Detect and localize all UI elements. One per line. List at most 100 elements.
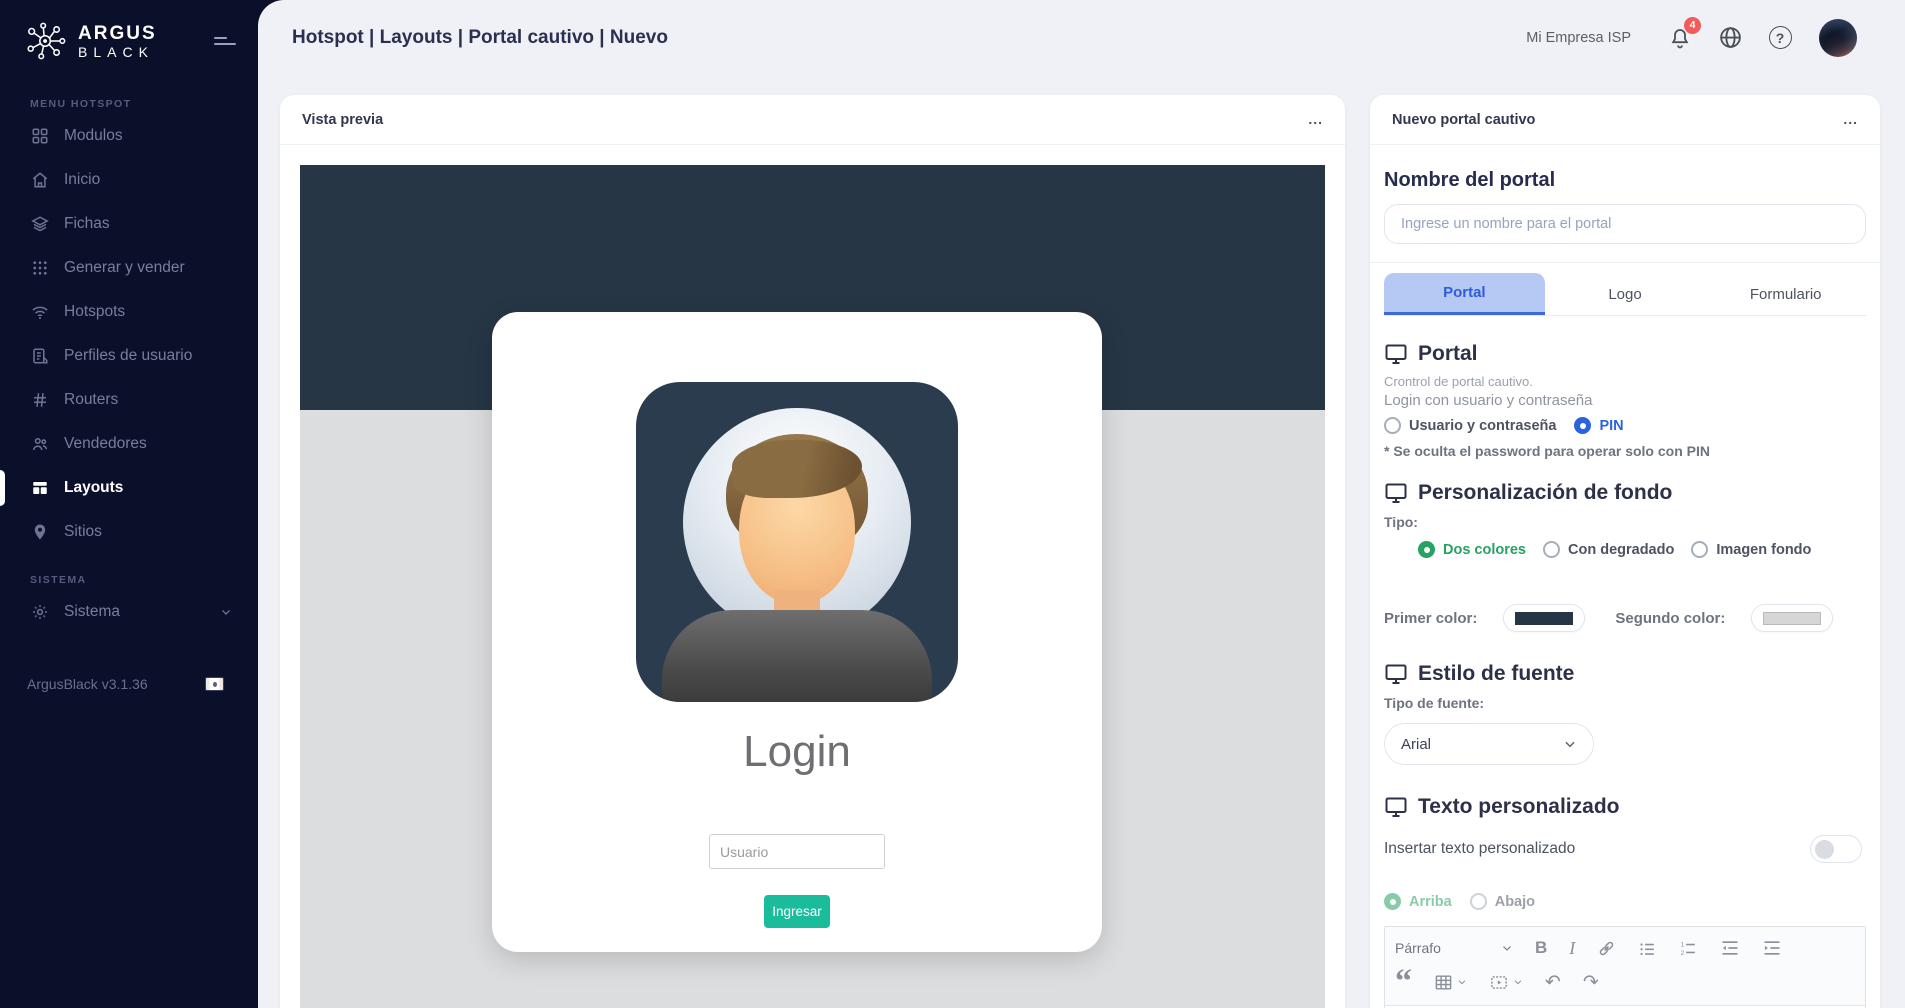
sidebar-item-routers[interactable]: Routers bbox=[0, 378, 258, 422]
breadcrumb[interactable]: Hotspot | Layouts | Portal cautivo | Nue… bbox=[292, 27, 668, 49]
language-flag-icon[interactable] bbox=[205, 677, 224, 691]
grid-icon bbox=[30, 126, 50, 146]
user-avatar[interactable] bbox=[1819, 19, 1857, 57]
sidebar-item-layouts[interactable]: Layouts bbox=[0, 466, 258, 510]
sidebar-item-label: Layouts bbox=[64, 479, 123, 497]
panel-menu-icon[interactable]: ... bbox=[1843, 117, 1858, 123]
redo-icon[interactable]: ↷ bbox=[1583, 971, 1599, 993]
tipo-label: Tipo: bbox=[1384, 514, 1866, 530]
sidebar-item-vendedores[interactable]: Vendedores bbox=[0, 422, 258, 466]
login-heading: Login bbox=[743, 727, 851, 777]
editor-toolbar: Párrafo B I bbox=[1385, 927, 1865, 1006]
indent-icon[interactable] bbox=[1762, 938, 1782, 958]
outdent-icon[interactable] bbox=[1720, 938, 1740, 958]
sidebar-item-perfiles-de-usuario[interactable]: Perfiles de usuario bbox=[0, 334, 258, 378]
preview-card-title: Vista previa bbox=[302, 112, 383, 128]
primer-color-picker[interactable] bbox=[1503, 604, 1585, 632]
argusblack-logo-icon[interactable] bbox=[24, 18, 70, 64]
portal-name-input[interactable] bbox=[1384, 204, 1866, 244]
sidebar-item-sitios[interactable]: Sitios bbox=[0, 510, 258, 554]
radio-arriba-label[interactable]: Arriba bbox=[1409, 894, 1452, 910]
radio-dos-colores[interactable] bbox=[1418, 541, 1435, 558]
monitor-icon bbox=[1384, 795, 1408, 819]
rich-text-editor: Párrafo B I bbox=[1384, 926, 1866, 1008]
sidebar-item-label: Routers bbox=[64, 391, 118, 409]
chevron-down-icon bbox=[1501, 942, 1513, 954]
preview-card-menu-icon[interactable]: ... bbox=[1308, 117, 1323, 123]
radio-usuario-contrasena-label[interactable]: Usuario y contraseña bbox=[1409, 418, 1556, 434]
layers-icon bbox=[30, 214, 50, 234]
radio-abajo[interactable] bbox=[1470, 893, 1487, 910]
company-name: Mi Empresa ISP bbox=[1526, 30, 1631, 46]
gear-icon bbox=[30, 602, 50, 622]
radio-pin-label[interactable]: PIN bbox=[1599, 418, 1623, 434]
monitor-icon bbox=[1384, 342, 1408, 366]
sidebar-item-fichas[interactable]: Fichas bbox=[0, 202, 258, 246]
sidebar-collapse-icon[interactable] bbox=[210, 29, 240, 53]
chevron-down-icon bbox=[220, 606, 232, 618]
help-icon[interactable]: ? bbox=[1767, 25, 1793, 51]
notification-badge: 4 bbox=[1684, 17, 1701, 34]
radio-dos-colores-label[interactable]: Dos colores bbox=[1443, 542, 1526, 558]
sidebar-item-hotspots[interactable]: Hotspots bbox=[0, 290, 258, 334]
radio-imagen-fondo-label[interactable]: Imagen fondo bbox=[1716, 542, 1811, 558]
numbered-list-icon[interactable]: 12 bbox=[1679, 939, 1698, 958]
font-section-title: Estilo de fuente bbox=[1418, 662, 1574, 686]
monitor-icon bbox=[1384, 481, 1408, 505]
notifications-bell-icon[interactable]: 4 bbox=[1667, 25, 1693, 51]
home-icon bbox=[30, 170, 50, 190]
sidebar-item-generar-y-vender[interactable]: Generar y vender bbox=[0, 246, 258, 290]
font-family-select[interactable]: Arial bbox=[1384, 723, 1594, 765]
portal-preview: Login Ingresar bbox=[300, 165, 1325, 1008]
italic-button[interactable]: I bbox=[1569, 938, 1575, 959]
insert-table-icon[interactable] bbox=[1434, 973, 1467, 992]
radio-usuario-contrasena[interactable] bbox=[1384, 417, 1401, 434]
login-submit-button[interactable]: Ingresar bbox=[764, 895, 830, 928]
radio-pin[interactable] bbox=[1574, 417, 1591, 434]
sidebar: ARGUS BLACK MENU HOTSPOT Modulos Inicio bbox=[0, 0, 258, 1008]
sidebar-item-inicio[interactable]: Inicio bbox=[0, 158, 258, 202]
radio-con-degradado-label[interactable]: Con degradado bbox=[1568, 542, 1674, 558]
portal-section-title: Portal bbox=[1418, 342, 1478, 366]
tab-portal[interactable]: Portal bbox=[1384, 273, 1545, 315]
panel-tabs: Portal Logo Formulario bbox=[1384, 273, 1866, 316]
monitor-icon bbox=[1384, 662, 1408, 686]
app-window: ARGUS BLACK MENU HOTSPOT Modulos Inicio bbox=[0, 0, 1905, 1008]
tab-logo[interactable]: Logo bbox=[1545, 273, 1706, 315]
bulleted-list-icon[interactable] bbox=[1638, 939, 1657, 958]
svg-text:1: 1 bbox=[1681, 941, 1685, 948]
pin-note: * Se oculta el password para operar solo… bbox=[1384, 443, 1866, 459]
segundo-color-label: Segundo color: bbox=[1615, 610, 1725, 627]
radio-imagen-fondo[interactable] bbox=[1691, 541, 1708, 558]
main-content: Hotspot | Layouts | Portal cautivo | Nue… bbox=[258, 0, 1905, 1008]
user-profile-icon bbox=[30, 346, 50, 366]
undo-icon[interactable]: ↶ bbox=[1545, 971, 1561, 993]
chevron-down-icon bbox=[1513, 977, 1523, 987]
sidebar-item-label: Fichas bbox=[64, 215, 110, 233]
sidebar-section-sistema: SISTEMA bbox=[0, 554, 258, 590]
globe-icon[interactable] bbox=[1717, 25, 1743, 51]
login-username-input[interactable] bbox=[709, 834, 885, 869]
tab-formulario[interactable]: Formulario bbox=[1705, 273, 1866, 315]
font-type-label: Tipo de fuente: bbox=[1384, 695, 1866, 711]
sidebar-item-modulos[interactable]: Modulos bbox=[0, 114, 258, 158]
chevron-down-icon bbox=[1563, 737, 1577, 751]
app-version: ArgusBlack v3.1.36 bbox=[27, 676, 148, 692]
radio-abajo-label[interactable]: Abajo bbox=[1495, 894, 1535, 910]
insert-media-icon[interactable] bbox=[1489, 973, 1523, 992]
map-pin-icon bbox=[30, 522, 50, 542]
background-section-title: Personalización de fondo bbox=[1418, 481, 1672, 505]
custom-text-toggle[interactable] bbox=[1810, 835, 1862, 863]
link-icon[interactable] bbox=[1597, 939, 1616, 958]
sidebar-section-hotspot: MENU HOTSPOT bbox=[0, 78, 258, 114]
blockquote-icon[interactable]: “ bbox=[1395, 974, 1412, 990]
segundo-color-picker[interactable] bbox=[1751, 604, 1833, 632]
sidebar-item-sistema[interactable]: Sistema bbox=[0, 590, 258, 634]
bold-button[interactable]: B bbox=[1535, 938, 1547, 958]
custom-text-section-title: Texto personalizado bbox=[1418, 795, 1619, 819]
sidebar-item-label: Generar y vender bbox=[64, 259, 185, 277]
paragraph-style-dropdown[interactable]: Párrafo bbox=[1395, 940, 1513, 956]
radio-arriba[interactable] bbox=[1384, 893, 1401, 910]
radio-con-degradado[interactable] bbox=[1543, 541, 1560, 558]
panel-title: Nuevo portal cautivo bbox=[1392, 112, 1535, 128]
